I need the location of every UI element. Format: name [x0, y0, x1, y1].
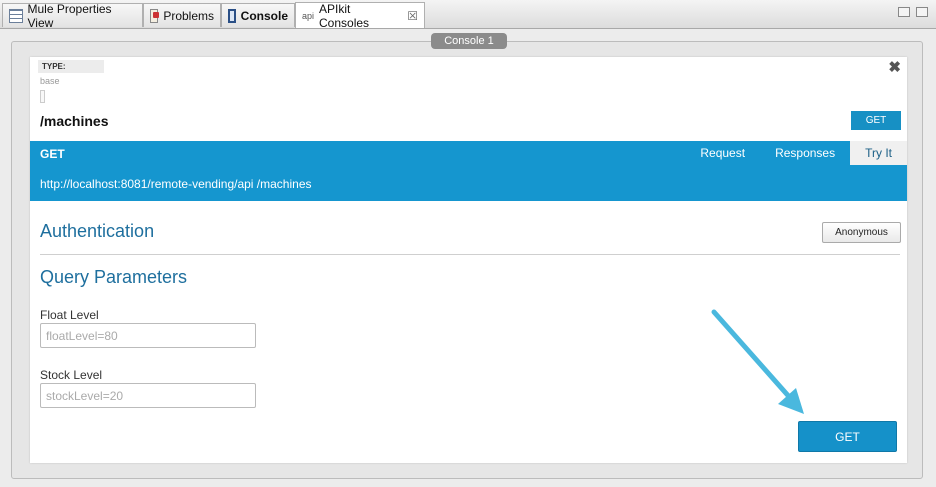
method-label: GET	[40, 147, 65, 161]
close-icon[interactable]: ✖	[888, 58, 901, 76]
get-submit-button[interactable]: GET	[798, 421, 897, 452]
tab-console[interactable]: Console	[221, 3, 295, 27]
problems-icon	[150, 8, 160, 23]
console-instance-tab[interactable]: Console 1	[431, 33, 507, 49]
query-parameters-heading: Query Parameters	[40, 267, 188, 287]
type-label: TYPE:	[38, 60, 104, 73]
properties-icon	[9, 8, 23, 23]
method-badge-button[interactable]: GET	[851, 111, 901, 130]
tab-apikit-consoles[interactable]: api APIkit Consoles ☒	[295, 1, 425, 30]
authentication-heading: Authentication	[40, 221, 155, 241]
resource-path: /machines	[40, 113, 109, 129]
request-url: http://localhost:8081/remote-vending/api…	[40, 177, 312, 191]
close-tab-icon[interactable]: ☒	[407, 9, 418, 23]
tab-label: Problems	[163, 8, 214, 23]
tab-label: Console	[240, 8, 288, 23]
float-level-label: Float Level	[40, 308, 99, 322]
float-level-input[interactable]	[40, 323, 256, 348]
maximize-icon[interactable]	[916, 7, 928, 17]
api-icon: api	[302, 10, 315, 21]
base-label: base	[40, 76, 60, 86]
method-tabs: Request Responses Try It	[685, 141, 907, 165]
resource-card: TYPE: base ✖ /machines GET GET Request R…	[30, 57, 907, 463]
tab-label: Mule Properties View	[27, 1, 112, 30]
tab-try-it[interactable]: Try It	[850, 141, 907, 165]
method-bar: GET Request Responses Try It http://loca…	[30, 141, 907, 201]
tab-responses[interactable]: Responses	[760, 141, 850, 165]
type-value-box	[40, 90, 45, 103]
tab-mule-properties-view[interactable]: Mule Properties View	[2, 1, 143, 30]
minimize-icon[interactable]	[898, 7, 910, 17]
divider	[40, 254, 900, 255]
window-controls	[898, 7, 928, 17]
authentication-select-button[interactable]: Anonymous	[822, 222, 901, 243]
console-icon	[228, 8, 236, 23]
stock-level-input[interactable]	[40, 383, 256, 408]
view-tab-bar: Mule Properties View Problems Console ap…	[0, 0, 936, 30]
tab-request[interactable]: Request	[685, 141, 760, 165]
tab-label: APIkit Consoles	[319, 1, 370, 30]
stock-level-label: Stock Level	[40, 368, 103, 382]
tab-problems[interactable]: Problems	[143, 3, 221, 27]
